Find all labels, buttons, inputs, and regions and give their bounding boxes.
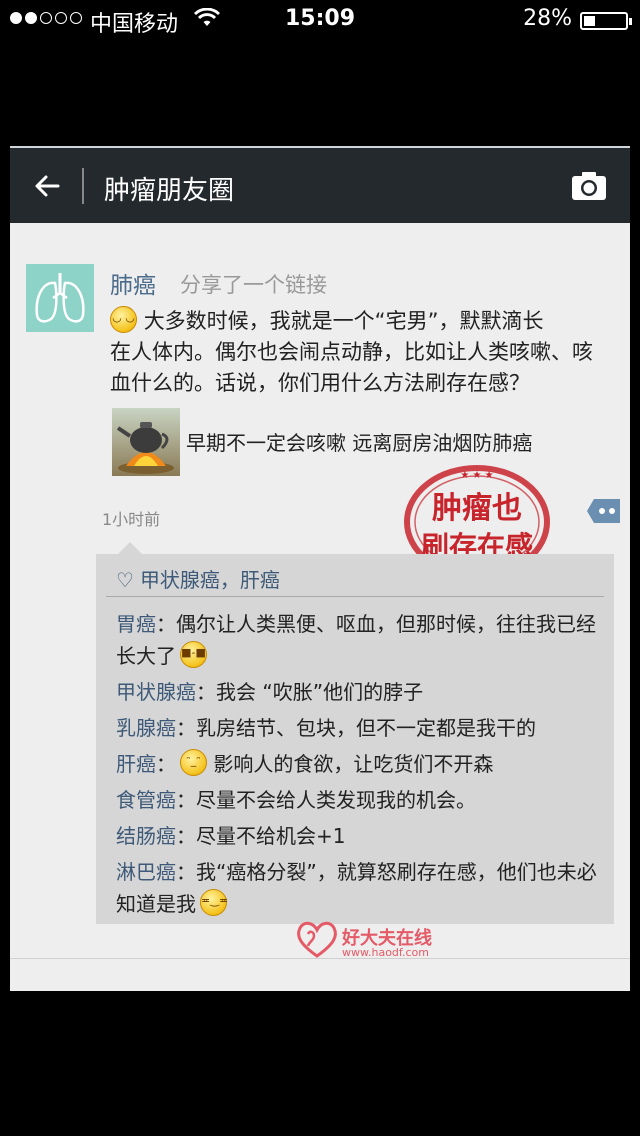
comment-item[interactable]: 肝癌： ᵔ_ᵔ 影响人的食欲，让吃货们不开森 (116, 748, 606, 780)
grin-emoji-icon: ≖‿≖ (200, 889, 228, 916)
comments-divider (106, 596, 604, 597)
back-arrow-icon[interactable] (30, 168, 66, 204)
commenter-name[interactable]: 肝癌 (116, 752, 156, 776)
watermark: 好大夫在线 www.haodf.com (294, 918, 454, 962)
page-title: 肿瘤朋友圈 (104, 176, 235, 206)
post-timestamp: 1小时前 (102, 510, 161, 529)
commenter-name[interactable]: 淋巴癌 (116, 860, 176, 884)
smile-emoji-icon: ◡ ◡ (110, 306, 137, 333)
commenter-name[interactable]: 乳腺癌 (116, 716, 176, 740)
post-action: 分享了一个链接 (180, 273, 327, 297)
comments-panel: ♡ 甲状腺癌，肝癌 胃癌：偶尔让人类黑便、呕血，但那时候，往往我已经长大了 ■-■ 甲… (96, 542, 614, 924)
svg-text:★ ★ ★: ★ ★ ★ (460, 470, 493, 481)
battery-percentage: 28% (523, 6, 572, 31)
battery-icon (580, 12, 632, 30)
comment-item[interactable]: 食管癌：尽量不会给人类发现我的机会。 (116, 784, 606, 816)
comment-item[interactable]: 结肠癌：尽量不给机会+1 (116, 820, 606, 852)
commenter-name[interactable]: 胃癌 (116, 612, 156, 636)
header-divider (82, 168, 84, 204)
status-bar: 中国移动 15:09 28% (0, 0, 640, 40)
comment-menu-icon[interactable] (586, 498, 622, 524)
commenter-name[interactable]: 甲状腺癌 (116, 680, 196, 704)
header-bar: 肿瘤朋友圈 (10, 146, 630, 223)
camera-icon[interactable] (570, 170, 608, 202)
comment-colon: ： (176, 788, 196, 812)
comment-text: 尽量不会给人类发现我的机会。 (196, 788, 476, 812)
likes-row: ♡ 甲状腺癌，肝癌 (116, 564, 280, 593)
sunglasses-emoji-icon: ■-■ (180, 641, 207, 668)
comment-colon: ： (156, 752, 176, 776)
comment-colon: ： (176, 824, 196, 848)
link-title: 早期不一定会咳嗽 远离厨房油烟防肺癌 (186, 431, 533, 455)
bottom-divider (10, 958, 630, 959)
comment-item[interactable]: 乳腺癌：乳房结节、包块，但不一定都是我干的 (116, 712, 606, 744)
heart-icon: ♡ (116, 568, 134, 592)
heart-logo-icon (297, 921, 337, 958)
post-text-line1: 大多数时候，我就是一个“宅男”，默默滴长 (143, 309, 544, 333)
comment-item[interactable]: 胃癌：偶尔让人类黑便、呕血，但那时候，往往我已经长大了 ■-■ (116, 608, 606, 672)
thinking-emoji-icon: ᵔ_ᵔ (180, 749, 207, 776)
post-text-rest: 在人体内。偶尔也会闹点动静，比如让人类咳嗽、咳血什么的。话说，你们用什么方法刷存… (110, 340, 593, 395)
comment-item[interactable]: 淋巴癌：我“癌格分裂”，就算怒刷存在感，他们也未必知道是我 ≖‿≖ (116, 856, 606, 920)
comment-item[interactable]: 甲状腺癌：我会 “吹胀”他们的脖子 (116, 676, 606, 708)
commenter-name[interactable]: 结肠癌 (116, 824, 176, 848)
comment-colon: ： (176, 716, 196, 740)
comment-text: 影响人的食欲，让吃货们不开森 (207, 752, 494, 776)
moments-screen: 肿瘤朋友圈 肺癌 分享了一个链接 ◡ ◡ 大多数时候，我就是一个“宅男”，默默滴… (10, 146, 630, 991)
comment-colon: ： (196, 680, 216, 704)
post-author[interactable]: 肺癌 (110, 266, 156, 300)
stamp-line1: 肿瘤也 (432, 491, 522, 526)
commenter-name[interactable]: 食管癌 (116, 788, 176, 812)
comment-text: 尽量不给机会+1 (196, 824, 346, 848)
likes-names[interactable]: 甲状腺癌，肝癌 (140, 568, 280, 592)
avatar[interactable] (26, 264, 94, 332)
lungs-icon (35, 273, 85, 323)
link-thumbnail (112, 408, 180, 476)
post-text: ◡ ◡ 大多数时候，我就是一个“宅男”，默默滴长 在人体内。偶尔也会闹点动静，比… (110, 306, 610, 399)
comment-text: 我会 “吹胀”他们的脖子 (216, 680, 424, 704)
comment-colon: ： (156, 612, 176, 636)
comment-text: 乳房结节、包块，但不一定都是我干的 (196, 716, 536, 740)
comment-list: 胃癌：偶尔让人类黑便、呕血，但那时候，往往我已经长大了 ■-■ 甲状腺癌：我会 “吹… (116, 608, 606, 924)
comment-colon: ： (176, 860, 196, 884)
